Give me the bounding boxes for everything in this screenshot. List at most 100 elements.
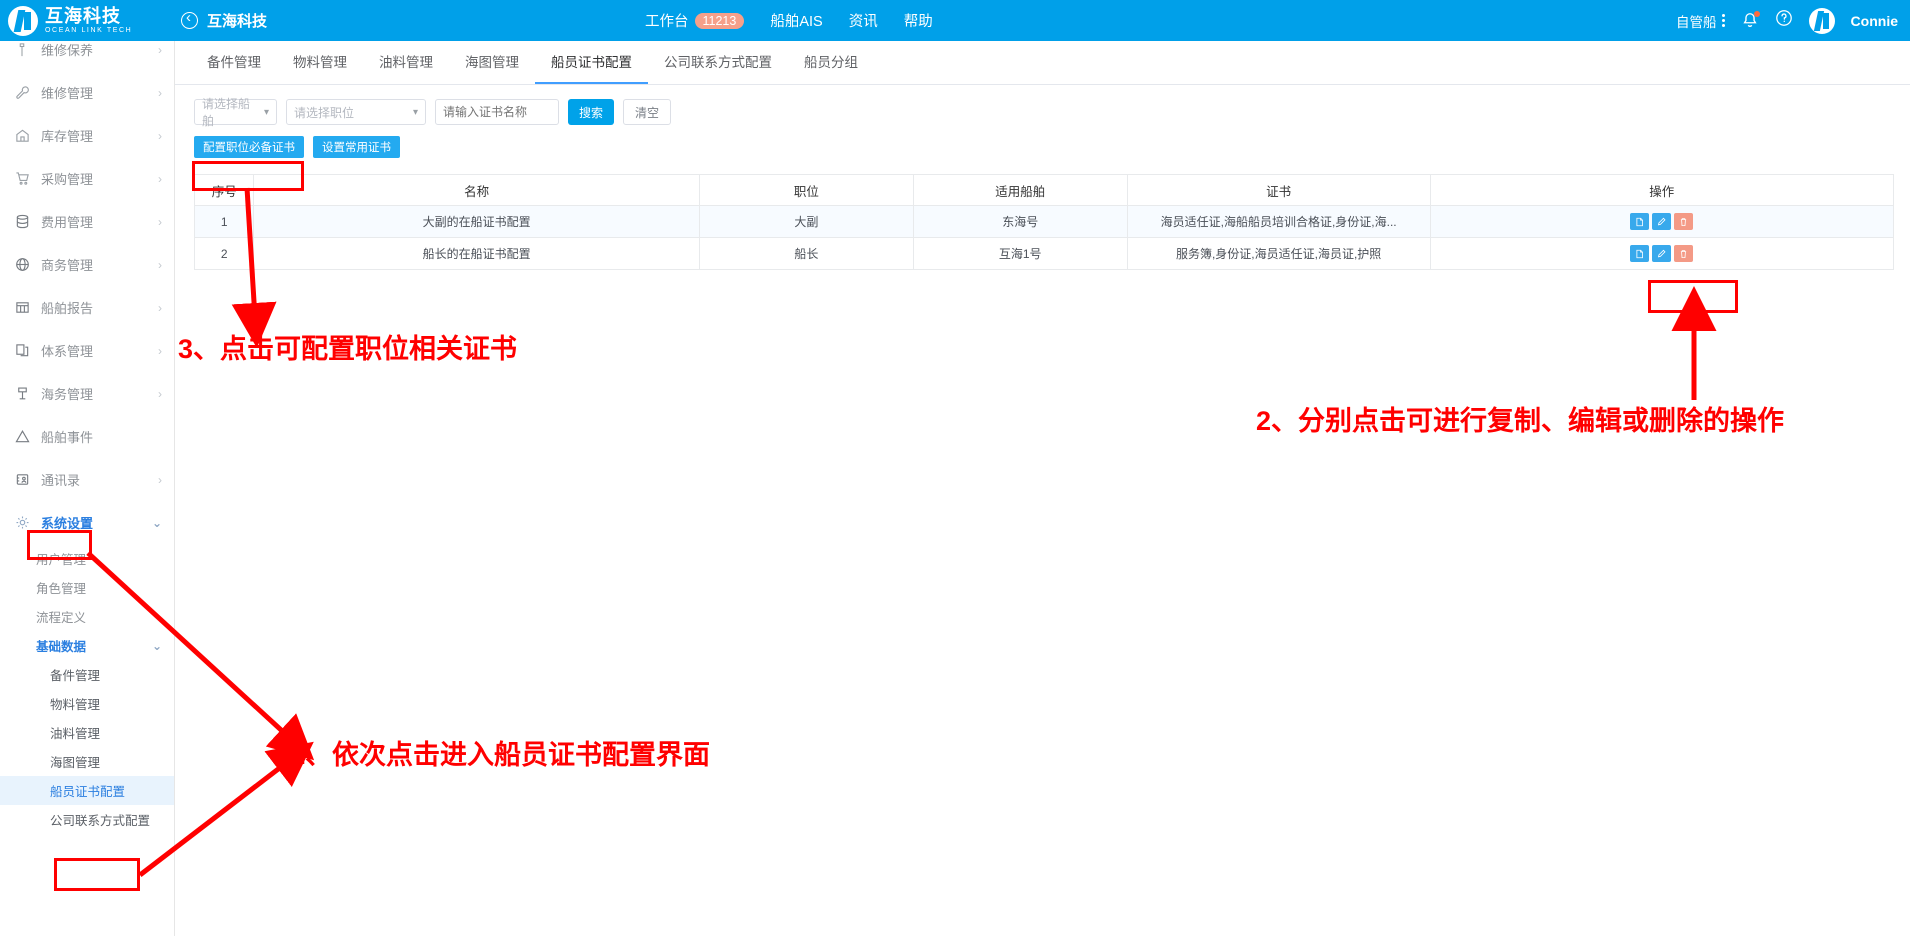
ship-select[interactable]: 请选择船舶 ▾ bbox=[194, 97, 277, 128]
copy-icon[interactable] bbox=[1630, 245, 1650, 262]
copy-icon[interactable] bbox=[1630, 213, 1650, 230]
sidebar-label-18: 油料管理 bbox=[50, 727, 101, 741]
chevron-right-icon: › bbox=[158, 472, 162, 487]
sidebar-item-flow-definition[interactable]: 流程定义 bbox=[0, 602, 174, 631]
cell-name: 大副的在船证书配置 bbox=[253, 205, 700, 238]
sidebar-item-maintenance-upkeep[interactable]: 维修保养 › bbox=[0, 41, 174, 71]
tab-crew-group[interactable]: 船员分组 bbox=[788, 41, 874, 84]
sidebar-item-inventory-mgmt[interactable]: 库存管理 › bbox=[0, 114, 174, 157]
sidebar-item-business-mgmt[interactable]: 商务管理 › bbox=[0, 243, 174, 286]
cell-no: 2 bbox=[193, 237, 255, 270]
sidebar-item-basic-data[interactable]: 基础数据 ⌄ bbox=[0, 631, 174, 660]
chevron-right-icon: › bbox=[158, 42, 162, 57]
table-row[interactable]: 2 船长的在船证书配置 船长 互海1号 服务簿,身份证,海员适任证,海员证,护照 bbox=[193, 237, 1895, 270]
sidebar-label-4: 费用管理 bbox=[41, 215, 94, 230]
search-button[interactable]: 搜索 bbox=[568, 99, 615, 125]
sidebar-item-chart-mgmt[interactable]: 海图管理 bbox=[0, 747, 174, 776]
chevron-down-icon: ⌄ bbox=[151, 638, 162, 653]
user-avatar[interactable] bbox=[1808, 7, 1835, 34]
nav-item-help[interactable]: 帮助 bbox=[904, 10, 933, 31]
edit-icon[interactable] bbox=[1652, 213, 1672, 230]
edit-icon[interactable] bbox=[1652, 245, 1672, 262]
sidebar-item-ship-event[interactable]: 船舶事件 bbox=[0, 415, 174, 458]
sidebar-item-role-mgmt[interactable]: 角色管理 bbox=[0, 573, 174, 602]
globe-icon bbox=[12, 257, 32, 272]
config-required-cert-button[interactable]: 配置职位必备证书 bbox=[194, 136, 304, 158]
company-logo-icon bbox=[8, 5, 38, 36]
sidebar-item-spare-parts-mgmt[interactable]: 备件管理 bbox=[0, 660, 174, 689]
tab-material[interactable]: 物料管理 bbox=[277, 41, 363, 84]
sidebar-item-crew-cert-config[interactable]: 船员证书配置 bbox=[0, 776, 174, 805]
sidebar-item-purchase-mgmt[interactable]: 采购管理 › bbox=[0, 157, 174, 200]
brand-name-cn: 互海科技 bbox=[45, 6, 121, 26]
back-navigation-group[interactable]: 互海科技 bbox=[181, 9, 267, 31]
sidebar-label-9: 船舶事件 bbox=[41, 430, 94, 445]
chevron-right-icon: › bbox=[158, 128, 162, 143]
sidebar-item-contacts[interactable]: 通讯录 › bbox=[0, 458, 174, 501]
username-label: Connie bbox=[1850, 12, 1898, 29]
cell-name: 船长的在船证书配置 bbox=[253, 237, 700, 270]
col-name: 名称 bbox=[253, 174, 700, 206]
clear-button[interactable]: 清空 bbox=[623, 99, 672, 125]
nav-item-workbench[interactable]: 工作台 11213 bbox=[645, 10, 745, 31]
chevron-down-icon: ⌄ bbox=[151, 515, 162, 530]
table-row[interactable]: 1 大副的在船证书配置 大副 东海号 海员适任证,海船船员培训合格证,身份证,海… bbox=[193, 205, 1895, 238]
tab-oil[interactable]: 油料管理 bbox=[363, 41, 449, 84]
sidebar-item-material-mgmt[interactable]: 物料管理 bbox=[0, 689, 174, 718]
sidebar-item-oil-mgmt[interactable]: 油料管理 bbox=[0, 718, 174, 747]
sidebar-label-11: 系统设置 bbox=[41, 516, 94, 531]
nav-item-news[interactable]: 资讯 bbox=[849, 10, 878, 31]
sidebar-item-system-mgmt[interactable]: 体系管理 › bbox=[0, 329, 174, 372]
top-header-bar: 互海科技 OCEAN LINK TECH 互海科技 工作台 11213 船舶AIS… bbox=[0, 0, 1910, 41]
set-common-cert-button[interactable]: 设置常用证书 bbox=[313, 136, 400, 158]
chevron-right-icon: › bbox=[158, 171, 162, 186]
sidebar-label-19: 海图管理 bbox=[50, 756, 101, 770]
sidebar-item-company-contact-config[interactable]: 公司联系方式配置 bbox=[0, 805, 174, 834]
chevron-down-icon: ▾ bbox=[412, 106, 418, 118]
more-vertical-icon[interactable] bbox=[1721, 14, 1725, 27]
col-position: 职位 bbox=[698, 174, 914, 206]
sidebar-label-7: 体系管理 bbox=[41, 344, 94, 359]
position-select[interactable]: 请选择职位 ▾ bbox=[286, 99, 426, 125]
notification-bell-icon[interactable] bbox=[1741, 10, 1760, 31]
row-action-group bbox=[1630, 213, 1694, 230]
sidebar-label-14: 流程定义 bbox=[36, 611, 87, 625]
cell-ship: 东海号 bbox=[912, 205, 1128, 238]
tab-chart[interactable]: 海图管理 bbox=[449, 41, 535, 84]
tab-company-contact-config[interactable]: 公司联系方式配置 bbox=[648, 41, 788, 84]
sidebar-item-repair-mgmt[interactable]: 维修管理 › bbox=[0, 71, 174, 114]
contacts-icon bbox=[12, 472, 32, 487]
sidebar-item-ship-report[interactable]: 船舶报告 › bbox=[0, 286, 174, 329]
cell-operations bbox=[1429, 237, 1895, 270]
nav-item-ais[interactable]: 船舶AIS bbox=[770, 10, 822, 31]
cell-certificate: 海员适任证,海船船员培训合格证,身份证,海... bbox=[1126, 205, 1431, 238]
tab-crew-cert-config[interactable]: 船员证书配置 bbox=[535, 41, 648, 84]
row-action-group bbox=[1630, 245, 1694, 262]
cell-no: 1 bbox=[193, 205, 255, 238]
delete-icon[interactable] bbox=[1674, 213, 1694, 230]
sidebar-label-6: 船舶报告 bbox=[41, 301, 94, 316]
sidebar-item-marine-mgmt[interactable]: 海务管理 › bbox=[0, 372, 174, 415]
grid-report-icon bbox=[12, 300, 32, 315]
col-no: 序号 bbox=[193, 174, 255, 206]
tab-spare-parts[interactable]: 备件管理 bbox=[191, 41, 277, 84]
sidebar-item-expense-mgmt[interactable]: 费用管理 › bbox=[0, 200, 174, 243]
chevron-right-icon: › bbox=[158, 214, 162, 229]
sidebar-item-system-settings[interactable]: 系统设置 ⌄ bbox=[0, 501, 174, 544]
certificate-name-input[interactable] bbox=[435, 99, 559, 125]
nav-workbench-label: 工作台 bbox=[645, 14, 689, 30]
back-arrow-icon[interactable] bbox=[181, 9, 198, 29]
sidebar-item-user-mgmt[interactable]: 用户管理 bbox=[0, 544, 174, 573]
action-toolbar: 配置职位必备证书 设置常用证书 bbox=[175, 125, 1910, 158]
ship-scope-selector[interactable]: 自管船 bbox=[1676, 11, 1725, 31]
left-sidebar: 维修保养 › 维修管理 › 库存管理 › 采购管理 › 费用管理 › 商务管理 … bbox=[0, 41, 175, 936]
crew-cert-table: 序号 名称 职位 适用船舶 证书 操作 1 大副的在船证书配置 大副 东海号 海 bbox=[193, 174, 1895, 270]
sidebar-label-10: 通讯录 bbox=[41, 473, 81, 488]
sidebar-label-16: 备件管理 bbox=[50, 669, 101, 683]
sidebar-label-21: 公司联系方式配置 bbox=[50, 814, 151, 828]
workbench-count-badge: 11213 bbox=[694, 13, 745, 29]
brand-logo-group: 互海科技 OCEAN LINK TECH bbox=[0, 0, 175, 41]
help-circle-icon[interactable] bbox=[1775, 9, 1793, 32]
chevron-down-icon: ▾ bbox=[263, 106, 269, 118]
delete-icon[interactable] bbox=[1674, 245, 1694, 262]
